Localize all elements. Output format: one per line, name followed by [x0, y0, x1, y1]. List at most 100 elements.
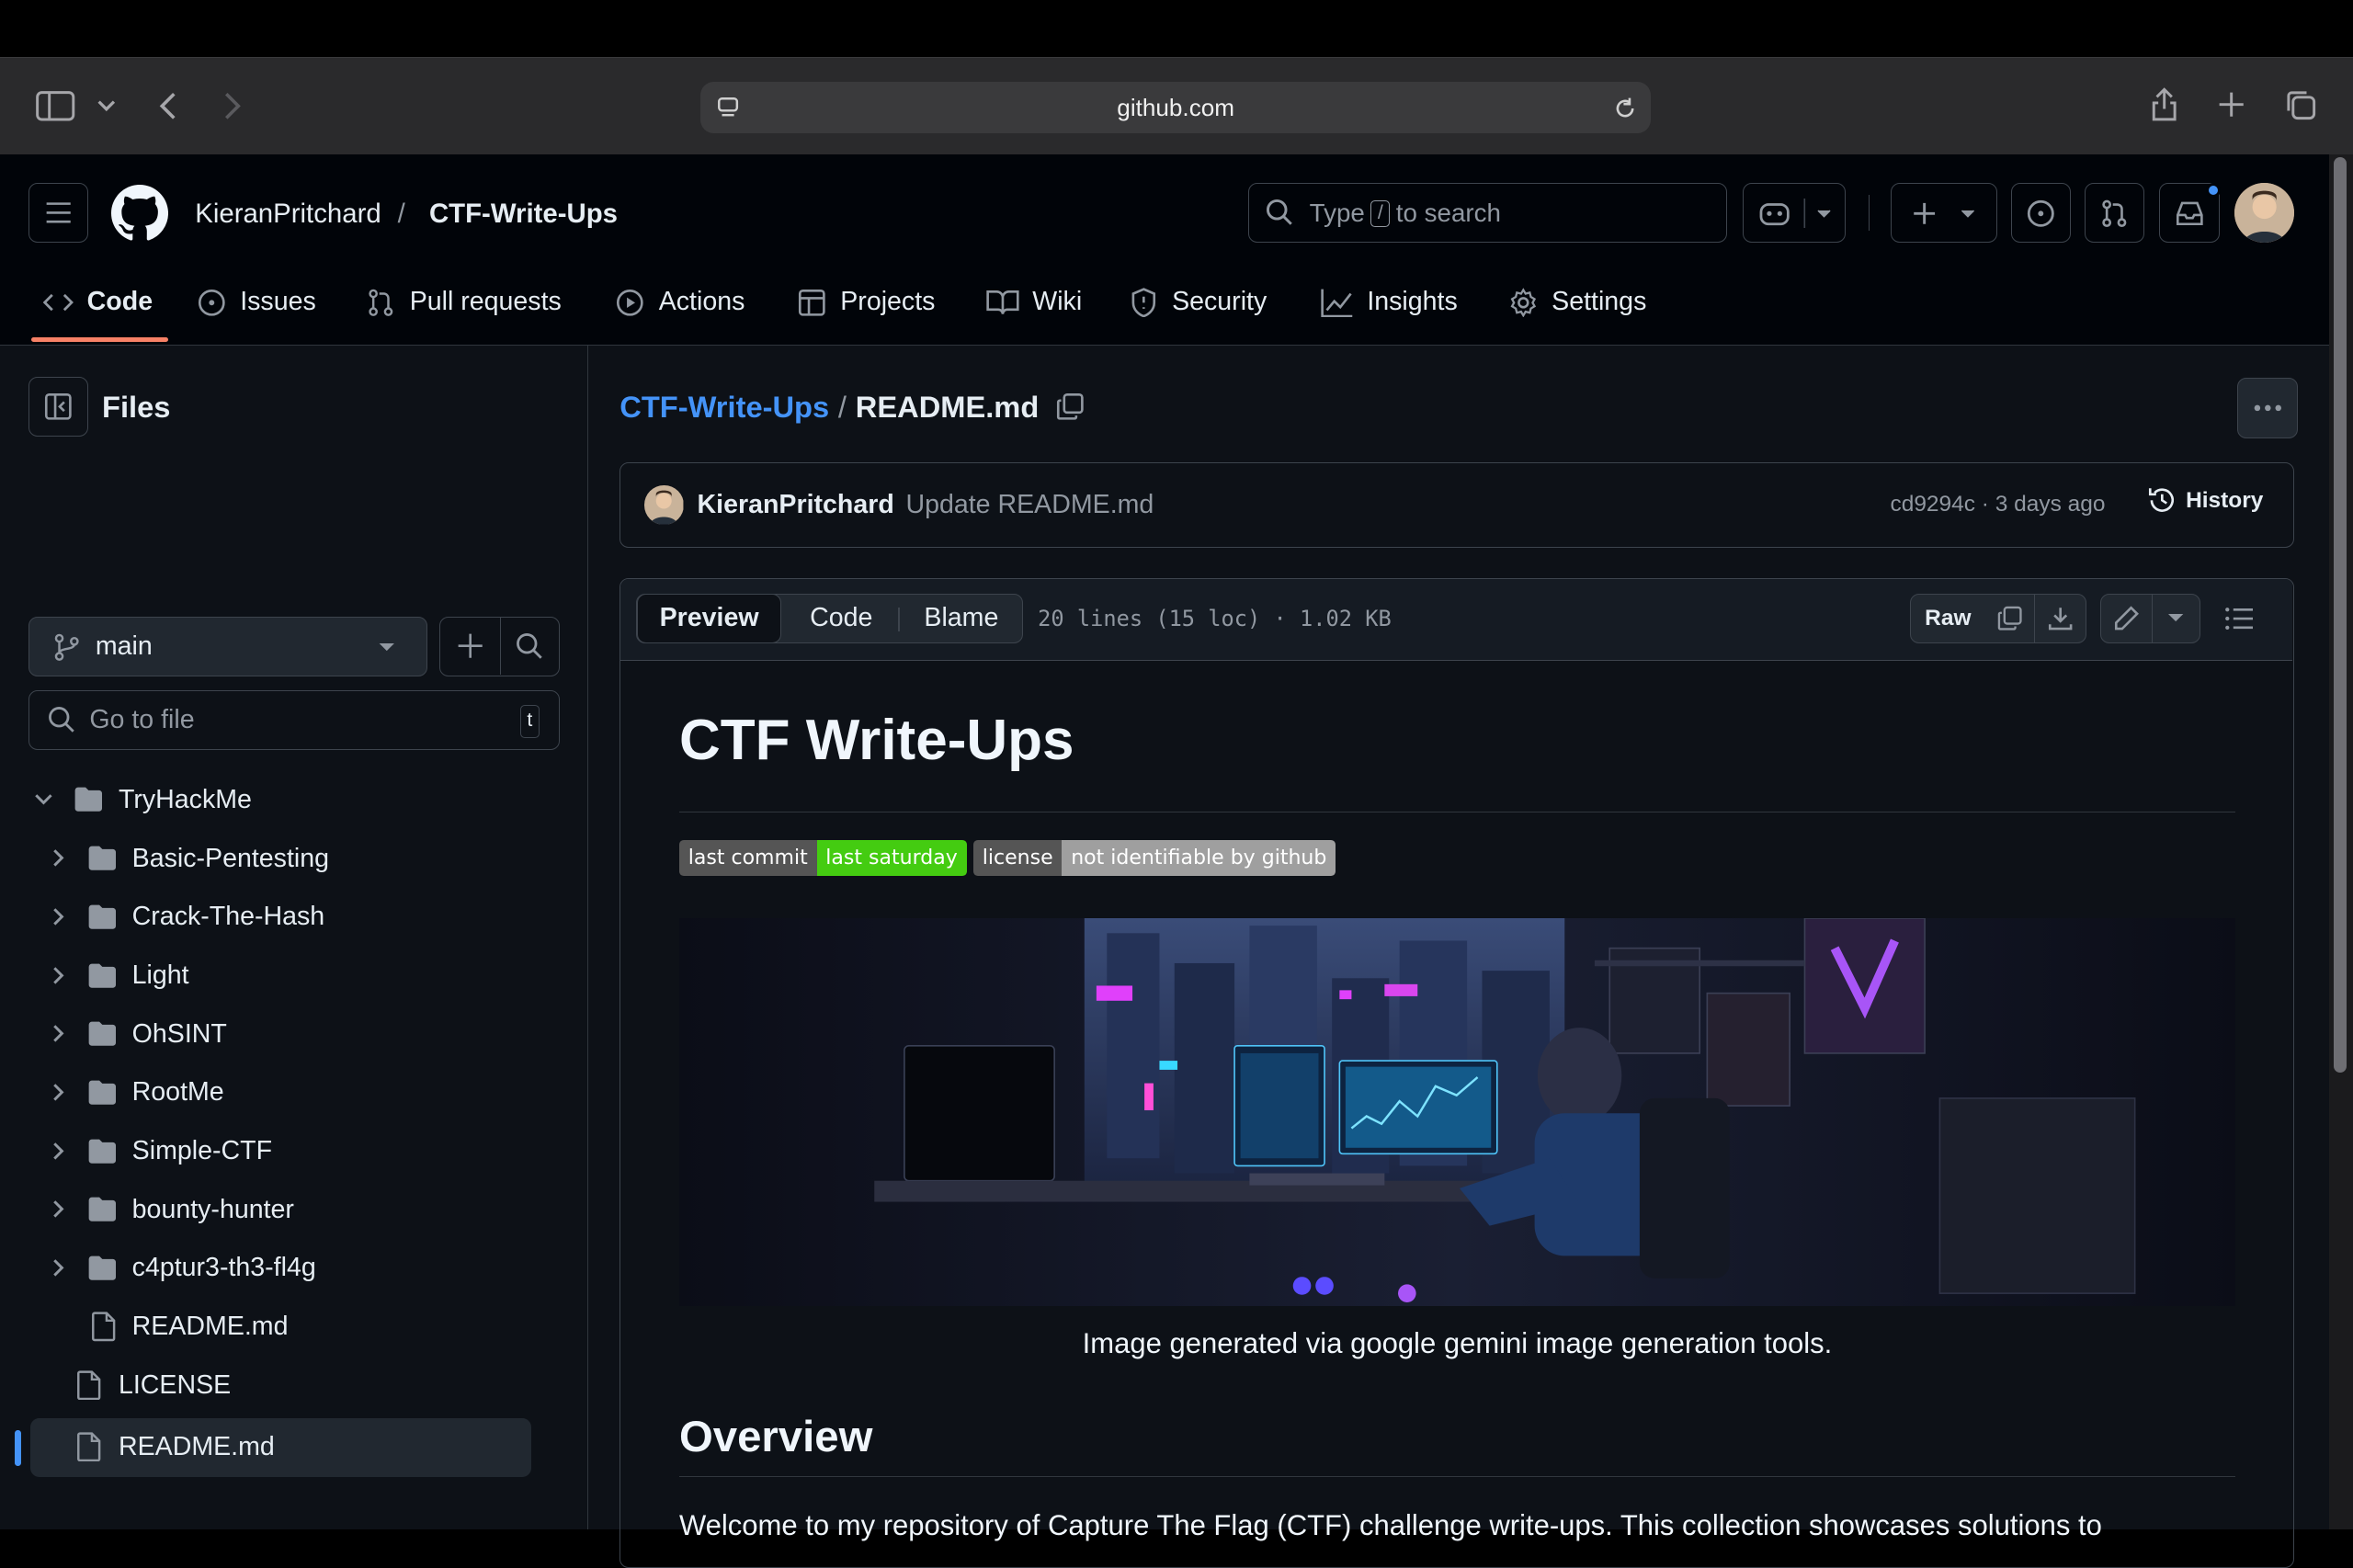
chevron-down-icon — [1817, 209, 1831, 218]
scrollbar-thumb[interactable] — [2333, 157, 2347, 1074]
tab-insights[interactable]: Insights — [1321, 284, 1458, 322]
menu-button[interactable] — [28, 183, 89, 244]
tab-wiki[interactable]: Wiki — [985, 284, 1082, 322]
folder-icon — [88, 904, 116, 929]
tab-security[interactable]: Security — [1129, 284, 1267, 322]
user-avatar[interactable] — [2234, 183, 2295, 244]
last-commit-badge[interactable]: last commit last saturday — [678, 839, 967, 876]
overview-heading: Overview — [678, 1412, 873, 1461]
edit-options-button[interactable] — [2151, 593, 2201, 643]
create-new-button[interactable] — [1891, 183, 1998, 244]
pull-request-icon — [2102, 199, 2127, 227]
commit-author[interactable]: KieranPritchard — [698, 490, 894, 520]
search-files-button[interactable] — [501, 618, 558, 675]
sidebar-title: Files — [102, 390, 171, 425]
tab-blame[interactable]: Blame — [903, 594, 1019, 643]
back-icon[interactable] — [153, 88, 184, 124]
commit-author-avatar[interactable] — [644, 485, 684, 525]
tree-folder-tryhackme[interactable]: TryHackMe — [0, 773, 588, 827]
tree-folder-c4ptur3[interactable]: c4ptur3-th3-fl4g — [0, 1241, 588, 1295]
tree-label: LICENSE — [118, 1369, 232, 1400]
tree-label: Simple-CTF — [131, 1135, 273, 1165]
search-shortcut-key: / — [1370, 200, 1391, 227]
sidebar-toggle-icon[interactable] — [36, 88, 75, 124]
table-icon — [798, 289, 825, 316]
copy-raw-button[interactable] — [1984, 593, 2036, 643]
tabs-overview-icon[interactable] — [2282, 86, 2318, 122]
badge-value: last saturday — [816, 839, 967, 876]
tree-folder-light[interactable]: Light — [0, 949, 588, 1003]
tab-projects[interactable]: Projects — [797, 284, 935, 322]
repo-header: KieranPritchard / CTF-Write-Ups Type / t… — [0, 154, 2329, 346]
issue-icon — [2027, 199, 2054, 227]
go-to-file-placeholder: Go to file — [89, 704, 195, 734]
file-icon — [76, 1431, 100, 1461]
tree-file-readme-root[interactable]: README.md — [0, 1419, 588, 1473]
breadcrumb-repo-link[interactable]: CTF-Write-Ups — [620, 390, 829, 425]
address-bar[interactable]: github.com — [700, 82, 1651, 133]
tab-code[interactable]: Code — [43, 284, 153, 322]
pull-requests-button[interactable] — [2084, 183, 2145, 244]
tree-folder-simple-ctf[interactable]: Simple-CTF — [0, 1124, 588, 1178]
image-caption: Image generated via google gemini image … — [1082, 1327, 1833, 1360]
folder-icon — [88, 1139, 116, 1164]
issues-button[interactable] — [2010, 183, 2072, 244]
tree-folder-bounty-hunter[interactable]: bounty-hunter — [0, 1183, 588, 1237]
tree-file-license[interactable]: LICENSE — [0, 1358, 588, 1413]
share-icon[interactable] — [2147, 84, 2180, 126]
tab-preview[interactable]: Preview — [637, 593, 781, 643]
go-to-file-input[interactable]: Go to file t — [28, 690, 560, 751]
tree-label: RootMe — [131, 1077, 224, 1108]
branch-selector[interactable]: main — [28, 617, 428, 677]
search-suffix: to search — [1395, 199, 1501, 228]
tab-actions[interactable]: Actions — [615, 284, 745, 322]
file-actions-group — [439, 617, 560, 677]
tab-code-view[interactable]: Code — [786, 594, 897, 643]
license-badge[interactable]: license not identifiable by github — [972, 839, 1336, 876]
tree-folder-crack-the-hash[interactable]: Crack-The-Hash — [0, 890, 588, 944]
more-options-button[interactable] — [2237, 378, 2298, 438]
repo-name-link[interactable]: CTF-Write-Ups — [429, 199, 618, 230]
raw-button[interactable]: Raw — [1909, 593, 1986, 643]
code-icon — [43, 293, 74, 312]
tab-settings[interactable]: Settings — [1508, 284, 1646, 322]
breadcrumb-separator: / — [837, 390, 847, 425]
outline-button[interactable] — [2214, 594, 2264, 643]
download-button[interactable] — [2034, 593, 2087, 643]
tree-folder-ohsint[interactable]: OhSINT — [0, 1006, 588, 1061]
search-icon — [517, 633, 542, 660]
inbox-icon — [2176, 201, 2203, 225]
page-scrollbar[interactable] — [2328, 154, 2353, 1529]
chevron-down-icon[interactable] — [95, 94, 119, 118]
edit-button[interactable] — [2100, 593, 2154, 643]
forward-icon[interactable] — [218, 88, 248, 124]
reload-icon[interactable] — [1610, 94, 1641, 124]
github-logo[interactable] — [110, 184, 168, 242]
tab-pull-requests-label: Pull requests — [409, 287, 562, 317]
tree-folder-basic-pentesting[interactable]: Basic-Pentesting — [0, 831, 588, 885]
system-top-bar — [0, 0, 2353, 58]
tab-pull-requests[interactable]: Pull requests — [366, 284, 562, 322]
file-breadcrumb: CTF-Write-Ups / README.md — [620, 390, 1039, 425]
file-viewer-toolbar: Preview Code Blame 20 lines (15 loc) · 1… — [620, 578, 2293, 662]
copy-path-icon[interactable] — [1055, 392, 1086, 422]
kebab-horizontal-icon — [2254, 404, 2281, 412]
tab-issues[interactable]: Issues — [197, 284, 316, 322]
commit-meta[interactable]: cd9294c · 3 days ago — [1890, 492, 2105, 517]
history-button[interactable]: History — [2147, 485, 2263, 516]
latest-commit-box: KieranPritchard Update README.md cd9294c… — [620, 461, 2295, 548]
commit-message[interactable]: Update README.md — [905, 490, 1154, 520]
chevron-right-icon — [52, 849, 63, 868]
tree-file-readme-nested[interactable]: README.md — [0, 1300, 588, 1354]
copilot-button[interactable] — [1742, 183, 1847, 244]
new-tab-icon[interactable] — [2215, 88, 2248, 121]
folder-icon — [88, 846, 116, 870]
tree-folder-rootme[interactable]: RootMe — [0, 1065, 588, 1119]
overview-rule — [678, 1475, 2235, 1478]
repo-owner-link[interactable]: KieranPritchard — [195, 199, 381, 230]
search-input[interactable]: Type / to search — [1248, 183, 1728, 244]
collapse-sidebar-button[interactable] — [28, 376, 89, 437]
folder-icon — [88, 963, 116, 988]
add-file-button[interactable] — [440, 618, 501, 676]
tab-blame-label: Blame — [924, 603, 999, 633]
